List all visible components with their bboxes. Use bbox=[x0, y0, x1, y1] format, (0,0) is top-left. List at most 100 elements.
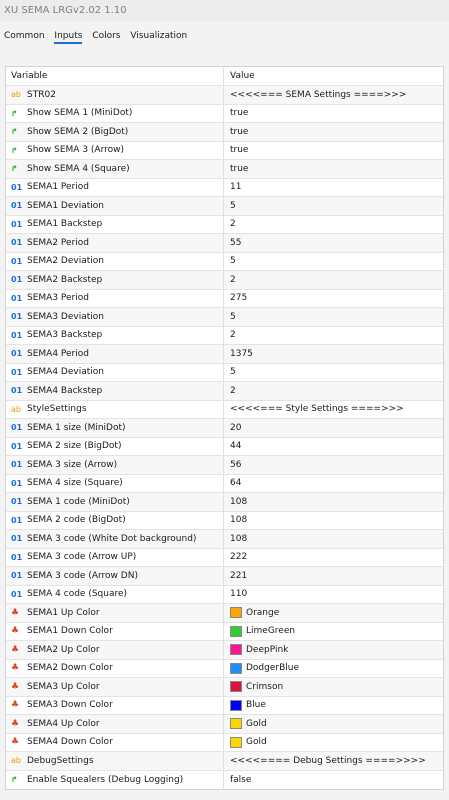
table-row[interactable]: 01 SEMA 3 code (Arrow UP) 222 bbox=[6, 548, 443, 567]
value-cell[interactable]: 5 bbox=[224, 253, 443, 271]
value-cell[interactable]: 2 bbox=[224, 216, 443, 234]
table-row[interactable]: ♣ SEMA4 Up Color Gold bbox=[6, 715, 443, 734]
variable-cell: ab DebugSettings bbox=[6, 752, 224, 770]
table-row[interactable]: 01 SEMA4 Deviation 5 bbox=[6, 363, 443, 382]
value-cell[interactable]: 275 bbox=[224, 290, 443, 308]
table-row[interactable]: 01 SEMA1 Deviation 5 bbox=[6, 197, 443, 216]
table-row[interactable]: 01 SEMA2 Period 55 bbox=[6, 234, 443, 253]
value-cell[interactable]: 20 bbox=[224, 419, 443, 437]
table-row[interactable]: ↱ Show SEMA 4 (Square) true bbox=[6, 160, 443, 179]
value-cell[interactable]: Gold bbox=[224, 734, 443, 752]
value-cell[interactable]: 64 bbox=[224, 475, 443, 493]
value-cell[interactable]: DodgerBlue bbox=[224, 660, 443, 678]
table-row[interactable]: ♣ SEMA1 Down Color LimeGreen bbox=[6, 622, 443, 641]
table-row[interactable]: 01 SEMA 3 size (Arrow) 56 bbox=[6, 456, 443, 475]
table-row[interactable]: ↱ Show SEMA 2 (BigDot) true bbox=[6, 123, 443, 142]
value-cell[interactable]: <<<<=== Style Settings ====>>> bbox=[224, 401, 443, 419]
table-row[interactable]: 01 SEMA4 Period 1375 bbox=[6, 345, 443, 364]
value-cell[interactable]: Gold bbox=[224, 715, 443, 733]
value-cell[interactable]: true bbox=[224, 105, 443, 123]
variable-cell: 01 SEMA1 Deviation bbox=[6, 197, 224, 215]
value-cell[interactable]: false bbox=[224, 771, 443, 790]
value-cell[interactable]: Crimson bbox=[224, 678, 443, 696]
table-row[interactable]: 01 SEMA 4 code (Square) 110 bbox=[6, 585, 443, 604]
table-row[interactable]: ↱ Enable Squealers (Debug Logging) false bbox=[6, 770, 443, 790]
value-cell[interactable]: 2 bbox=[224, 271, 443, 289]
value-cell[interactable]: Blue bbox=[224, 697, 443, 715]
table-row[interactable]: 01 SEMA 2 size (BigDot) 44 bbox=[6, 437, 443, 456]
table-row[interactable]: 01 SEMA 1 code (MiniDot) 108 bbox=[6, 493, 443, 512]
table-row[interactable]: ♣ SEMA3 Up Color Crimson bbox=[6, 678, 443, 697]
color-swatch[interactable] bbox=[230, 699, 242, 711]
table-row[interactable]: 01 SEMA 4 size (Square) 64 bbox=[6, 474, 443, 493]
color-swatch[interactable] bbox=[230, 718, 242, 730]
value-cell[interactable]: true bbox=[224, 123, 443, 141]
value-cell[interactable]: <<<<=== SEMA Settings ====>>> bbox=[224, 86, 443, 104]
table-row[interactable]: ab STR02 <<<<=== SEMA Settings ====>>> bbox=[6, 86, 443, 105]
value-cell[interactable]: 2 bbox=[224, 327, 443, 345]
tab-visualization[interactable]: Visualization bbox=[130, 22, 187, 50]
value-cell[interactable]: 55 bbox=[224, 234, 443, 252]
value-cell[interactable]: 44 bbox=[224, 438, 443, 456]
variable-cell: 01 SEMA 4 code (Square) bbox=[6, 585, 224, 603]
value-text: 108 bbox=[230, 533, 248, 544]
table-row[interactable]: 01 SEMA 2 code (BigDot) 108 bbox=[6, 511, 443, 530]
table-row[interactable]: 01 SEMA3 Deviation 5 bbox=[6, 308, 443, 327]
table-row[interactable]: ♣ SEMA2 Down Color DodgerBlue bbox=[6, 659, 443, 678]
value-cell[interactable]: LimeGreen bbox=[224, 623, 443, 641]
value-cell[interactable]: true bbox=[224, 142, 443, 160]
table-row[interactable]: 01 SEMA3 Period 275 bbox=[6, 289, 443, 308]
table-row[interactable]: 01 SEMA1 Period 11 bbox=[6, 178, 443, 197]
table-row[interactable]: ↱ Show SEMA 3 (Arrow) true bbox=[6, 141, 443, 160]
variable-name: SEMA4 Up Color bbox=[27, 718, 100, 729]
color-swatch[interactable] bbox=[230, 607, 242, 619]
table-row[interactable]: ab DebugSettings <<<<==== Debug Settings =… bbox=[6, 752, 443, 771]
value-cell[interactable]: 108 bbox=[224, 512, 443, 530]
column-header-value[interactable]: Value bbox=[224, 67, 443, 85]
value-cell[interactable]: 5 bbox=[224, 197, 443, 215]
variable-name: SEMA1 Period bbox=[27, 182, 89, 193]
value-cell[interactable]: 108 bbox=[224, 493, 443, 511]
value-cell[interactable]: 221 bbox=[224, 567, 443, 585]
integer-type-icon: 01 bbox=[11, 571, 23, 581]
table-row[interactable]: 01 SEMA 3 code (Arrow DN) 221 bbox=[6, 567, 443, 586]
color-swatch[interactable] bbox=[230, 681, 242, 693]
value-cell[interactable]: DeepPink bbox=[224, 641, 443, 659]
table-row[interactable]: 01 SEMA2 Backstep 2 bbox=[6, 271, 443, 290]
boolean-type-icon: ↱ bbox=[11, 145, 18, 155]
value-cell[interactable]: 2 bbox=[224, 382, 443, 400]
value-cell[interactable]: 5 bbox=[224, 308, 443, 326]
table-row[interactable]: 01 SEMA3 Backstep 2 bbox=[6, 326, 443, 345]
value-cell[interactable]: <<<<==== Debug Settings ====>>>> bbox=[224, 752, 443, 770]
value-cell[interactable]: 1375 bbox=[224, 345, 443, 363]
table-row[interactable]: ♣ SEMA2 Up Color DeepPink bbox=[6, 641, 443, 660]
variable-name: SEMA4 Deviation bbox=[27, 367, 104, 378]
tab-inputs[interactable]: Inputs bbox=[54, 22, 83, 50]
table-row[interactable]: 01 SEMA1 Backstep 2 bbox=[6, 215, 443, 234]
color-swatch[interactable] bbox=[230, 736, 242, 748]
value-cell[interactable]: 108 bbox=[224, 530, 443, 548]
tab-common[interactable]: Common bbox=[4, 22, 45, 50]
table-row[interactable]: ↱ Show SEMA 1 (MiniDot) true bbox=[6, 104, 443, 123]
value-cell[interactable]: Orange bbox=[224, 604, 443, 622]
color-swatch[interactable] bbox=[230, 644, 242, 656]
table-row[interactable]: 01 SEMA2 Deviation 5 bbox=[6, 252, 443, 271]
string-type-icon: ab bbox=[11, 404, 21, 414]
value-cell[interactable]: true bbox=[224, 160, 443, 178]
table-row[interactable]: ♣ SEMA4 Down Color Gold bbox=[6, 733, 443, 752]
color-swatch[interactable] bbox=[230, 625, 242, 637]
table-row[interactable]: ab StyleSettings <<<<=== Style Settings ==… bbox=[6, 400, 443, 419]
value-cell[interactable]: 11 bbox=[224, 179, 443, 197]
table-row[interactable]: ♣ SEMA3 Down Color Blue bbox=[6, 696, 443, 715]
table-row[interactable]: 01 SEMA 1 size (MiniDot) 20 bbox=[6, 419, 443, 438]
tab-colors[interactable]: Colors bbox=[92, 22, 120, 50]
value-cell[interactable]: 56 bbox=[224, 456, 443, 474]
value-cell[interactable]: 110 bbox=[224, 586, 443, 604]
table-row[interactable]: 01 SEMA 3 code (White Dot background) 108 bbox=[6, 530, 443, 549]
value-cell[interactable]: 222 bbox=[224, 549, 443, 567]
value-cell[interactable]: 5 bbox=[224, 364, 443, 382]
table-row[interactable]: ♣ SEMA1 Up Color Orange bbox=[6, 604, 443, 623]
table-row[interactable]: 01 SEMA4 Backstep 2 bbox=[6, 382, 443, 401]
color-swatch[interactable] bbox=[230, 662, 242, 674]
column-header-variable[interactable]: Variable bbox=[6, 67, 224, 85]
